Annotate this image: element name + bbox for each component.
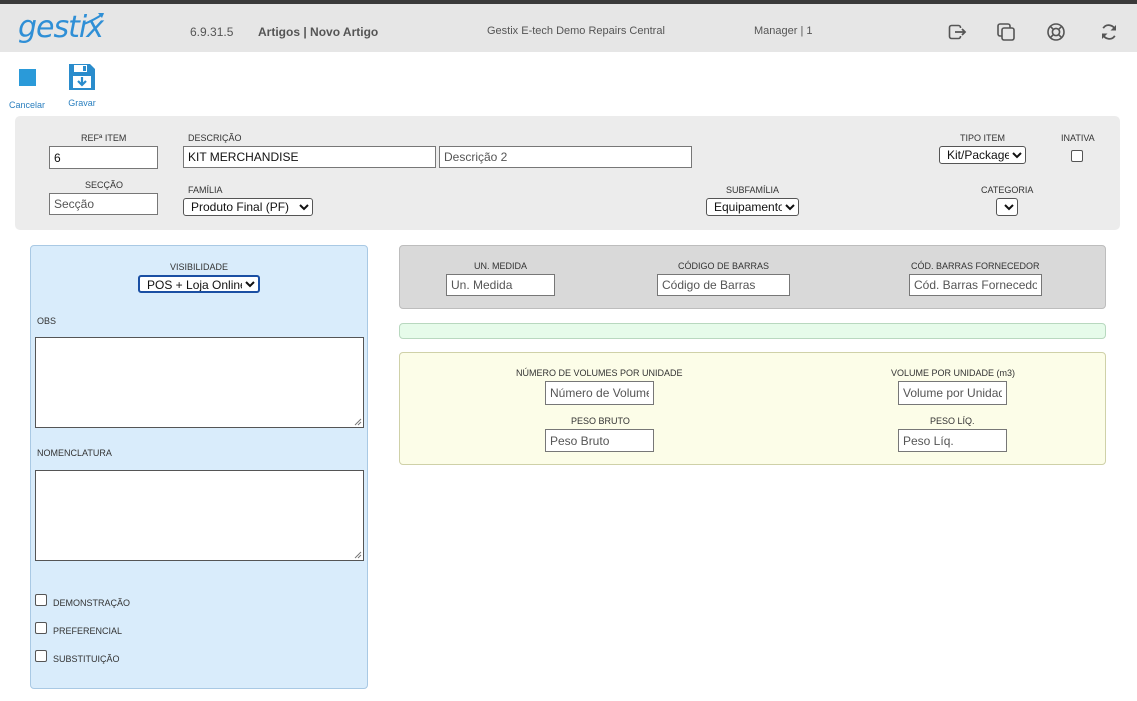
familia-select[interactable]: Produto Final (PF) [183,198,313,216]
demonstracao-checkbox[interactable] [35,594,47,606]
descricao-input[interactable] [183,146,436,168]
visibilidade-select[interactable]: POS + Loja Online [138,275,260,293]
seccao-label: Secção [85,180,124,190]
peso-bruto-label: Peso Bruto [571,416,630,426]
logout-icon[interactable] [947,22,967,42]
save-button-label: Gravar [68,98,96,108]
seccao-input[interactable] [49,193,158,215]
company-name: Gestix E-tech Demo Repairs Central [487,25,665,37]
preferencial-checkbox[interactable] [35,622,47,634]
un-medida-label: Un. Medida [474,261,528,271]
volume-unidade-label: Volume por Unidade (m3) [891,368,1015,378]
inativa-checkbox[interactable] [1071,150,1083,162]
descricao2-input[interactable] [439,146,692,168]
demonstracao-label: Demonstração [53,598,131,608]
substituicao-label: Substituição [53,654,120,664]
num-volumes-input[interactable] [545,381,654,405]
descricao-label: Descrição [188,133,242,143]
app-header: gestix 6.9.31.5 Artigos | Novo Artigo Ge… [0,4,1137,52]
cod-barras-fornecedor-label: Cód. Barras Fornecedor [911,261,1040,271]
obs-label: OBS [37,316,57,326]
peso-liq-input[interactable] [898,429,1007,452]
preferencial-label: Preferencial [53,626,123,636]
nomenclatura-textarea[interactable] [35,470,364,561]
subfamilia-select[interactable]: Equipamento [706,198,799,216]
save-disk-icon [69,64,95,90]
logo-swoosh-icon [83,13,104,25]
refresh-icon[interactable] [1099,22,1119,42]
num-volumes-label: Número de Volumes por Unidade [516,368,683,378]
user-info[interactable]: Manager | 1 [754,25,813,37]
cancel-button-label: Cancelar [9,100,46,110]
cancel-button[interactable]: Cancelar [9,66,45,110]
volume-unidade-label-text: Volume por Unidade [891,368,995,378]
peso-liq-label: Peso Líq. [930,416,975,426]
visibilidade-label: Visibilidade [170,262,229,272]
tipo-item-select[interactable]: Kit/Package [939,146,1026,164]
info-strip [399,323,1106,339]
nomenclatura-label: Nomenclatura [37,448,112,458]
item-main-panel [15,116,1120,230]
ref-item-label: Refª Item [81,133,127,143]
resize-handle-icon[interactable] [354,551,362,559]
subfamilia-label: Subfamília [726,185,780,195]
visibility-panel [30,245,368,689]
volume-unidade-input[interactable] [898,381,1007,405]
volume-unidade-unit: (m3) [996,368,1016,378]
codigo-barras-label: Código de Barras [678,261,770,271]
familia-label: Família [188,185,223,195]
peso-bruto-input[interactable] [545,429,654,452]
codigo-barras-input[interactable] [657,274,790,296]
app-version: 6.9.31.5 [190,25,234,39]
windows-icon[interactable] [996,22,1016,42]
cod-barras-fornecedor-input[interactable] [909,274,1042,296]
categoria-select[interactable] [996,198,1018,216]
obs-textarea[interactable] [35,337,364,428]
inativa-label: Inativa [1061,133,1095,143]
categoria-label: Categoria [981,185,1034,195]
save-button[interactable]: Gravar [64,62,100,108]
resize-handle-icon[interactable] [354,418,362,426]
un-medida-input[interactable] [446,274,555,296]
help-lifebuoy-icon[interactable] [1046,22,1066,42]
tipo-item-label: Tipo Item [960,133,1005,143]
ref-item-input[interactable] [49,146,158,169]
substituicao-checkbox[interactable] [35,650,47,662]
breadcrumb: Artigos | Novo Artigo [258,25,379,39]
stop-icon [18,69,36,86]
